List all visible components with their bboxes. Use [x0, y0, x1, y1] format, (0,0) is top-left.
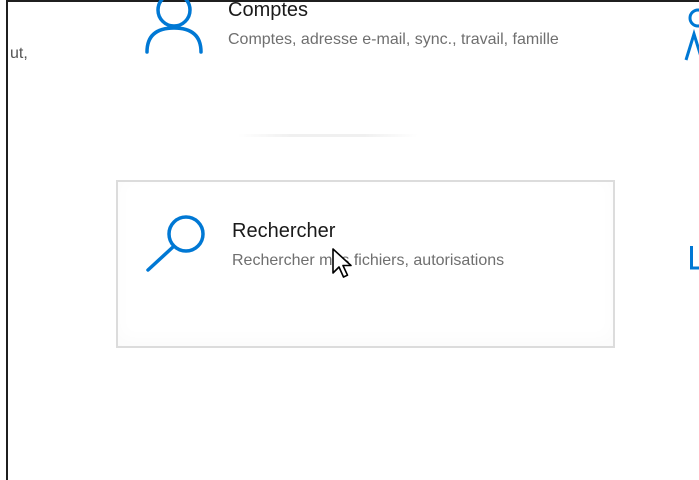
partial-update-icon[interactable] [690, 244, 699, 270]
search-tile[interactable]: Rechercher Rechercher mes fichiers, auto… [116, 180, 615, 348]
accounts-tile-text: Comptes Comptes, adresse e-mail, sync., … [228, 0, 578, 51]
partial-language-icon[interactable] [684, 8, 699, 63]
tile-separator [238, 134, 418, 137]
accounts-tile-title: Comptes [228, 0, 309, 21]
search-icon [144, 212, 210, 279]
accounts-tile[interactable]: Comptes Comptes, adresse e-mail, sync., … [142, 0, 612, 140]
search-tile-title: Rechercher [232, 220, 336, 242]
search-tile-description: Rechercher mes fichiers, autorisations [232, 252, 505, 269]
settings-page: ut, Comptes Comptes, adresse e-mail, syn… [0, 0, 699, 480]
person-icon [142, 0, 206, 63]
window-left-border [6, 0, 8, 480]
left-partial-tile-text: ut, [10, 45, 28, 62]
accounts-tile-description: Comptes, adresse e-mail, sync., travail,… [228, 31, 559, 48]
search-tile-text: Rechercher Rechercher mes fichiers, auto… [232, 212, 582, 272]
